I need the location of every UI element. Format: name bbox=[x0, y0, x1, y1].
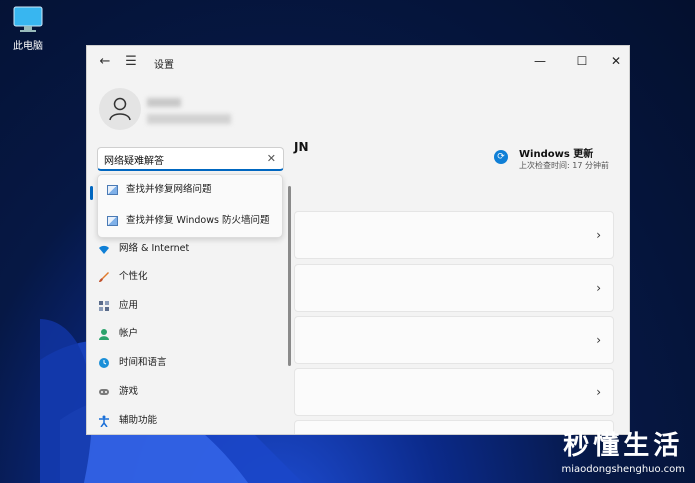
blurred-email bbox=[147, 114, 231, 124]
sync-icon: ⟳ bbox=[494, 150, 508, 164]
sidebar-item-gaming[interactable]: 游戏 bbox=[93, 379, 287, 405]
watermark-url: miaodongshenghuo.com bbox=[561, 464, 685, 475]
troubleshoot-icon bbox=[107, 216, 118, 226]
sidebar-item-label: 个性化 bbox=[119, 271, 148, 282]
settings-card[interactable]: › bbox=[294, 264, 614, 312]
sidebar-item-label: 应用 bbox=[119, 300, 139, 311]
main-content: JN ⟳ Windows 更新 上次检查时间: 17 分钟前 › › › › bbox=[294, 126, 629, 434]
search-suggestions: 查找并修复网络问题 查找并修复 Windows 防火墙问题 bbox=[97, 174, 283, 238]
window-title: 设置 bbox=[154, 60, 174, 71]
suggestion-item[interactable]: 查找并修复 Windows 防火墙问题 bbox=[104, 210, 278, 232]
sidebar-item-label: 时间和语言 bbox=[119, 357, 167, 368]
gamepad-icon bbox=[99, 389, 109, 395]
blurred-username bbox=[147, 98, 181, 107]
chevron-right-icon: › bbox=[596, 385, 601, 399]
person-icon bbox=[99, 329, 109, 340]
clear-icon[interactable]: ✕ bbox=[267, 152, 276, 165]
chevron-right-icon: › bbox=[596, 281, 601, 295]
settings-card[interactable]: › bbox=[294, 368, 614, 416]
accessibility-icon bbox=[99, 415, 109, 427]
suggestion-label: 查找并修复网络问题 bbox=[126, 184, 212, 195]
windows-update-status: 上次检查时间: 17 分钟前 bbox=[519, 161, 609, 170]
sidebar-item-label: 网络 & Internet bbox=[119, 243, 190, 254]
search-box[interactable]: ✕ bbox=[97, 147, 284, 171]
titlebar: ← ☰ 设置 — ☐ ✕ bbox=[87, 46, 629, 78]
sidebar-nav: 网络 & Internet 个性化 应用 帐户 时间和语言 游戏 辅助功能 bbox=[87, 234, 293, 434]
hamburger-menu-icon[interactable]: ☰ bbox=[123, 54, 139, 70]
sidebar-item-network[interactable]: 网络 & Internet bbox=[93, 236, 287, 262]
back-arrow-icon[interactable]: ← bbox=[97, 54, 113, 70]
desktop-icon-label: 此电脑 bbox=[13, 41, 43, 52]
suggestion-label: 查找并修复 Windows 防火墙问题 bbox=[126, 215, 270, 226]
selection-indicator bbox=[90, 186, 93, 200]
chevron-right-icon: › bbox=[596, 228, 601, 242]
this-pc-desktop-icon[interactable]: 此电脑 bbox=[8, 6, 48, 52]
troubleshoot-icon bbox=[107, 185, 118, 195]
sidebar-item-accessibility[interactable]: 辅助功能 bbox=[93, 408, 287, 434]
sidebar-item-apps[interactable]: 应用 bbox=[93, 293, 287, 319]
sidebar-item-personalization[interactable]: 个性化 bbox=[93, 264, 287, 290]
settings-card[interactable]: › bbox=[294, 211, 614, 259]
sidebar-item-label: 游戏 bbox=[119, 386, 139, 397]
pc-name: JN bbox=[294, 140, 309, 154]
sidebar-item-accounts[interactable]: 帐户 bbox=[93, 321, 287, 347]
monitor-icon bbox=[13, 6, 43, 32]
minimize-button[interactable]: — bbox=[527, 50, 553, 72]
settings-window: ← ☰ 设置 — ☐ ✕ ✕ 查找并修复网络问题 查找并修复 Windows 防… bbox=[86, 45, 630, 435]
watermark-title: 秒懂生活 bbox=[563, 431, 684, 461]
avatar[interactable] bbox=[99, 88, 141, 130]
sidebar-item-label: 帐户 bbox=[119, 328, 139, 339]
wifi-icon bbox=[99, 245, 109, 254]
globe-clock-icon bbox=[99, 358, 109, 368]
settings-card[interactable]: › bbox=[294, 316, 614, 364]
windows-update-title[interactable]: Windows 更新 bbox=[519, 145, 593, 160]
sidebar-item-time-language[interactable]: 时间和语言 bbox=[93, 350, 287, 376]
watermark: 秒懂生活 miaodongshenghuo.com bbox=[562, 425, 685, 475]
suggestion-item[interactable]: 查找并修复网络问题 bbox=[104, 179, 278, 201]
close-button[interactable]: ✕ bbox=[603, 50, 629, 72]
brush-icon bbox=[99, 272, 109, 282]
chevron-right-icon: › bbox=[596, 333, 601, 347]
user-icon bbox=[109, 97, 131, 121]
maximize-button[interactable]: ☐ bbox=[569, 50, 595, 72]
sidebar-item-label: 辅助功能 bbox=[119, 415, 158, 426]
apps-icon bbox=[99, 301, 109, 311]
search-input[interactable] bbox=[104, 151, 264, 167]
